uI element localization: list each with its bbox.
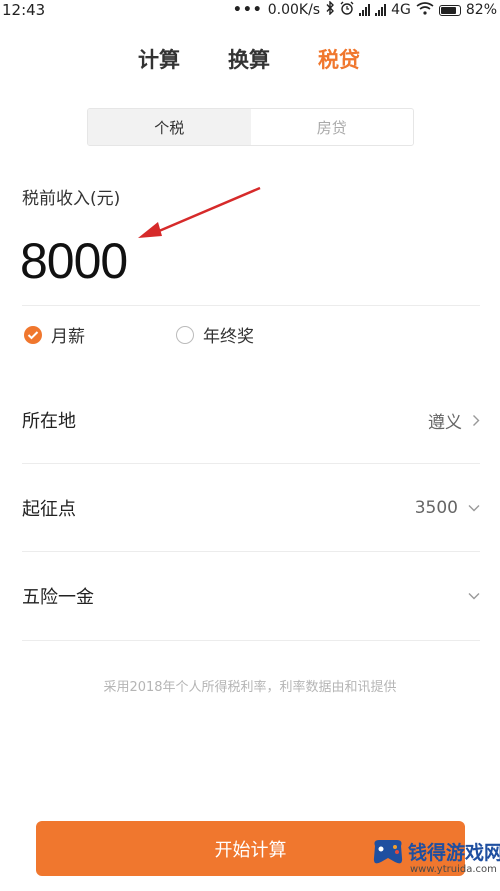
- radio-monthly-salary[interactable]: 月薪: [24, 322, 85, 347]
- segment-mortgage[interactable]: 房贷: [251, 109, 414, 145]
- divider: [22, 305, 480, 306]
- radio-year-end-bonus[interactable]: 年终奖: [176, 322, 254, 347]
- insurance-fund-label: 五险一金: [22, 587, 94, 608]
- tab-tax-loan[interactable]: 税贷: [318, 44, 360, 74]
- annotation-arrow-icon: [138, 186, 261, 238]
- wifi-icon: [416, 1, 434, 19]
- signal-icon: [359, 4, 371, 16]
- location-row[interactable]: 所在地 遵义: [22, 400, 480, 440]
- status-bar: 12:43 ••• 0.00K/s 4G 82%: [0, 0, 500, 22]
- threshold-value: 3500: [414, 498, 458, 518]
- watermark-title: 钱得游戏网: [408, 842, 500, 864]
- income-input[interactable]: 8000: [20, 232, 128, 290]
- battery-icon: [438, 4, 461, 16]
- insurance-fund-row[interactable]: 五险一金: [22, 576, 480, 616]
- watermark-url: www.ytruida.com: [410, 864, 497, 875]
- status-time: 12:43: [2, 1, 46, 19]
- bluetooth-icon: [325, 0, 335, 19]
- radio-empty-icon: [176, 325, 194, 344]
- divider: [22, 640, 480, 641]
- location-label: 所在地: [22, 411, 76, 432]
- check-icon: [24, 325, 42, 344]
- status-icons: ••• 0.00K/s 4G 82%: [232, 0, 497, 19]
- top-tabs: 计算 换算 税贷: [0, 44, 500, 76]
- gamepad-logo-icon: [373, 840, 403, 864]
- tab-calculate[interactable]: 计算: [138, 44, 180, 74]
- data-source-note: 采用2018年个人所得税利率，利率数据由和讯提供: [103, 680, 397, 695]
- tab-convert[interactable]: 换算: [228, 44, 270, 74]
- location-value: 遵义: [428, 412, 462, 433]
- more-dots-icon: •••: [232, 2, 263, 18]
- threshold-row[interactable]: 起征点 3500: [22, 488, 480, 528]
- signal-icon: [375, 4, 387, 16]
- watermark: 钱得游戏网 www.ytruida.com: [370, 826, 500, 891]
- battery-level: 82%: [465, 2, 497, 18]
- chevron-down-icon: [468, 505, 480, 512]
- income-type-group: 月薪 年终奖: [0, 322, 500, 350]
- chevron-down-icon: [468, 593, 480, 600]
- income-label: 税前收入(元): [22, 189, 121, 209]
- threshold-label: 起征点: [22, 499, 76, 520]
- divider: [22, 551, 480, 552]
- segment-income-tax[interactable]: 个税: [88, 109, 251, 145]
- divider: [22, 463, 480, 464]
- alarm-icon: [340, 1, 354, 19]
- radio-label: 月薪: [51, 327, 85, 347]
- network-type: 4G: [391, 2, 411, 18]
- segmented-control: 个税 房贷: [87, 108, 414, 146]
- chevron-right-icon: [473, 414, 480, 426]
- radio-label: 年终奖: [203, 327, 254, 347]
- network-speed: 0.00K/s: [267, 2, 321, 18]
